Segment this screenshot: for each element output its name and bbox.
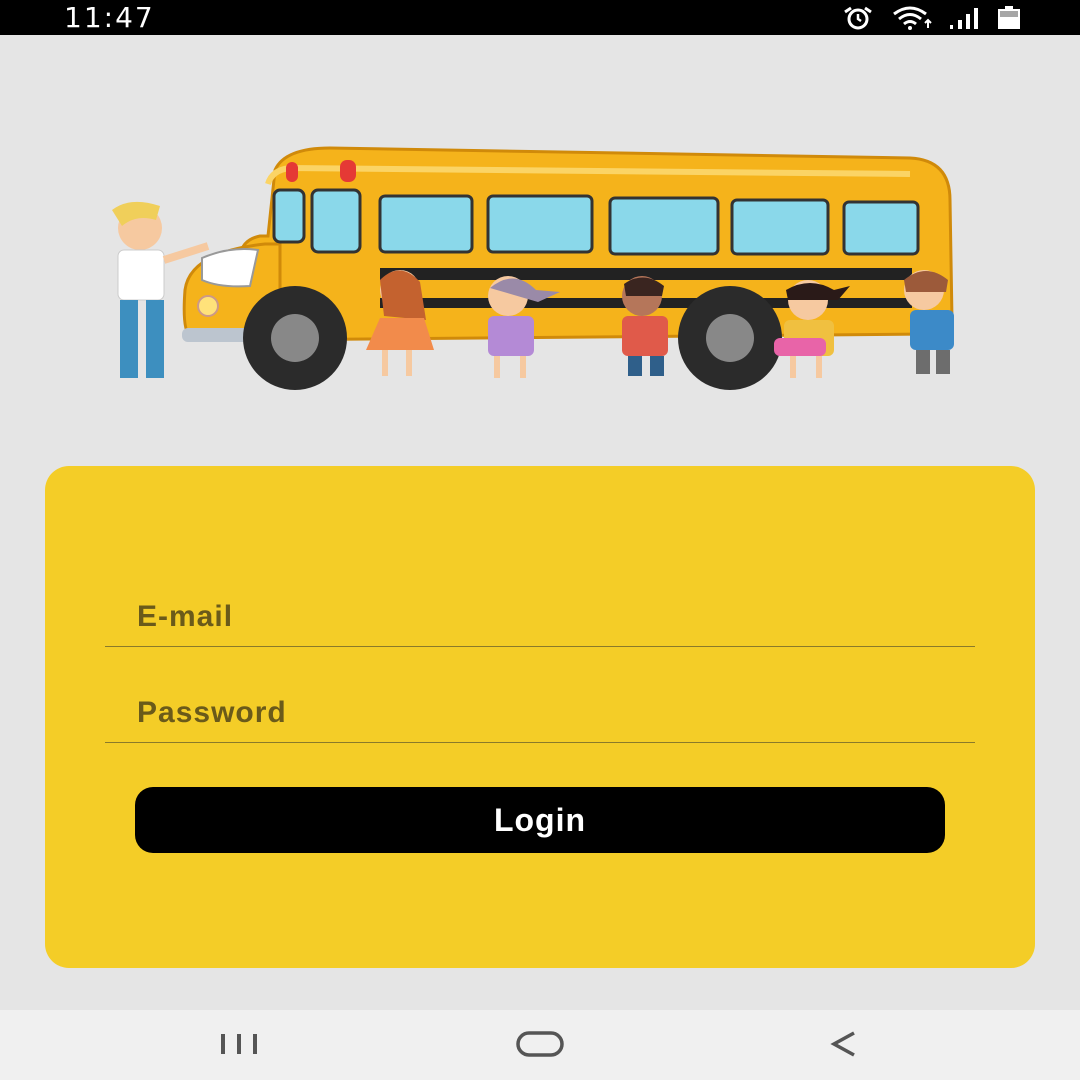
login-card: E-mail Password Login <box>45 466 1035 968</box>
status-time: 11:47 <box>64 1 155 34</box>
password-field[interactable]: Password <box>105 682 979 744</box>
school-bus-illustration <box>90 140 1000 390</box>
navigation-bar <box>0 1010 1080 1080</box>
password-input[interactable] <box>105 682 979 744</box>
email-input[interactable] <box>105 586 979 648</box>
alarm-icon <box>840 6 876 30</box>
home-button[interactable] <box>511 1028 571 1064</box>
signal-icon <box>948 7 982 29</box>
recents-button[interactable] <box>210 1028 270 1064</box>
battery-icon <box>996 6 1022 30</box>
status-bar: 11:47 <box>0 0 1080 35</box>
back-icon <box>828 1030 860 1063</box>
recents-icon <box>217 1032 263 1061</box>
login-button-label: Login <box>493 801 587 838</box>
login-button[interactable]: Login <box>135 787 945 853</box>
back-button[interactable] <box>814 1028 874 1064</box>
wifi-icon <box>890 6 934 30</box>
email-field[interactable]: E-mail <box>105 586 979 648</box>
status-icons <box>840 4 1022 32</box>
home-icon <box>515 1030 567 1063</box>
